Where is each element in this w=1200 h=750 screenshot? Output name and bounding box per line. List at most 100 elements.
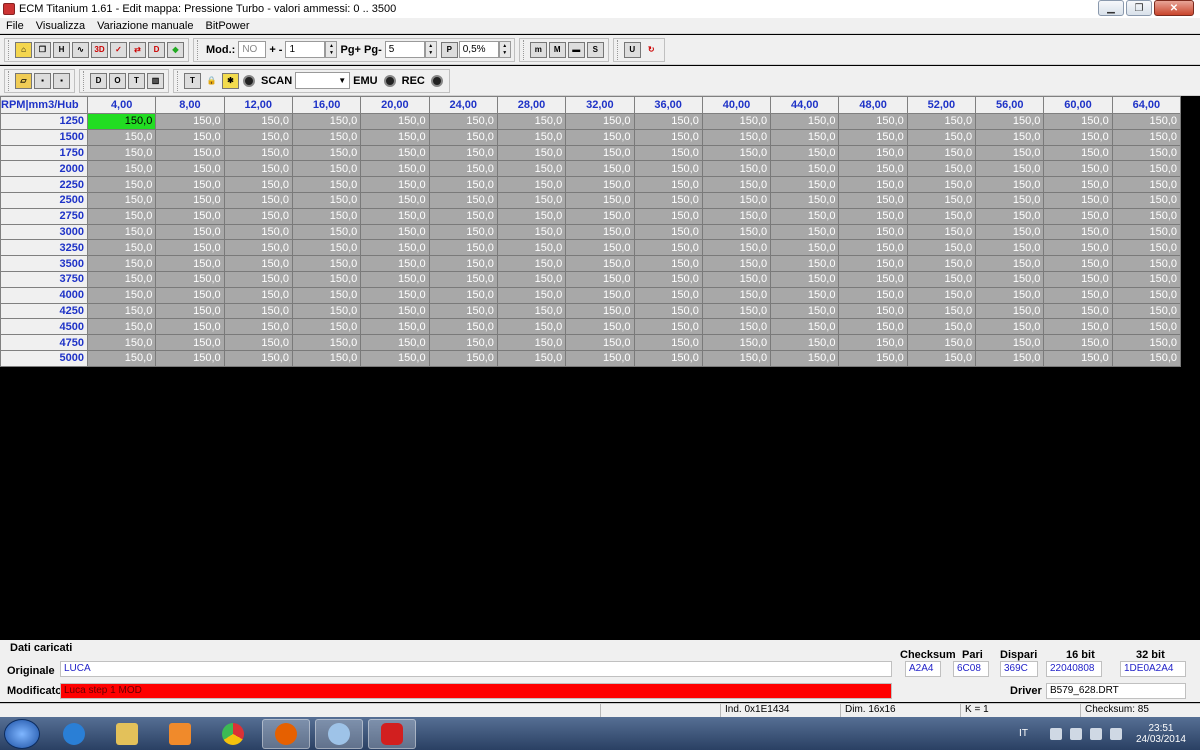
map-cell[interactable]: 150,0 (155, 207, 225, 225)
map-cell[interactable]: 150,0 (496, 318, 567, 336)
undo-icon[interactable]: U (623, 41, 641, 58)
map-cell[interactable]: 150,0 (906, 160, 977, 178)
selected-cell[interactable]: 150,0 (86, 113, 157, 130)
map-cell[interactable]: 150,0 (975, 223, 1045, 241)
map-cell[interactable]: 150,0 (770, 223, 840, 241)
map-cell[interactable]: 150,0 (428, 207, 498, 225)
map-cell[interactable]: 150,0 (633, 176, 703, 193)
map-cell[interactable]: 150,0 (838, 176, 908, 193)
copy-icon[interactable]: ❐ (34, 41, 51, 58)
map-cell[interactable]: 150,0 (906, 255, 977, 272)
minimize-button[interactable]: ▁ (1098, 0, 1124, 16)
map-cell[interactable]: 150,0 (1043, 318, 1113, 336)
map-cell[interactable]: 150,0 (1111, 191, 1182, 209)
row-header[interactable]: 1250 (0, 113, 88, 130)
map-cell[interactable]: 150,0 (1043, 176, 1113, 193)
map-cell[interactable]: 150,0 (360, 334, 430, 351)
home-icon[interactable]: ⌂ (15, 41, 32, 58)
map-cell[interactable]: 150,0 (633, 239, 703, 257)
column-header[interactable]: 12,00 (223, 96, 293, 114)
map-cell[interactable]: 150,0 (701, 207, 772, 225)
map-cell[interactable]: 150,0 (701, 318, 772, 336)
map-cell[interactable]: 150,0 (291, 113, 362, 130)
map-cell[interactable]: 150,0 (360, 144, 430, 162)
map-cell[interactable]: 150,0 (770, 286, 840, 304)
map-cell[interactable]: 150,0 (155, 334, 225, 351)
map-cell[interactable]: 150,0 (565, 176, 635, 193)
network-icon[interactable] (1069, 727, 1082, 740)
map-cell[interactable]: 150,0 (223, 318, 293, 336)
map-cell[interactable]: 150,0 (86, 176, 157, 193)
map-cell[interactable]: 150,0 (906, 286, 977, 304)
map-cell[interactable]: 150,0 (155, 191, 225, 209)
map-cell[interactable]: 150,0 (86, 160, 157, 178)
map-cell[interactable]: 150,0 (770, 176, 840, 193)
map-cell[interactable]: 150,0 (565, 207, 635, 225)
column-header[interactable]: 48,00 (838, 96, 908, 114)
map-cell[interactable]: 150,0 (1043, 144, 1113, 162)
map-cell[interactable]: 150,0 (633, 207, 703, 225)
multiply-icon[interactable]: m (529, 41, 547, 58)
map-cell[interactable]: 150,0 (701, 144, 772, 162)
map-cell[interactable]: 150,0 (770, 160, 840, 178)
map-cell[interactable]: 150,0 (86, 207, 157, 225)
map-cell[interactable]: 150,0 (291, 318, 362, 336)
map-cell[interactable]: 150,0 (360, 160, 430, 178)
dec-icon[interactable]: D (148, 41, 165, 58)
map-cell[interactable]: 150,0 (428, 191, 498, 209)
map-cell[interactable]: 150,0 (223, 334, 293, 351)
map-cell[interactable]: 150,0 (155, 160, 225, 178)
map-cell[interactable]: 150,0 (633, 302, 703, 320)
map-cell[interactable]: 150,0 (565, 128, 635, 146)
map-cell[interactable]: 150,0 (906, 270, 977, 288)
map-cell[interactable]: 150,0 (701, 160, 772, 178)
map-cell[interactable]: 150,0 (633, 160, 703, 178)
map-cell[interactable]: 150,0 (1111, 128, 1182, 146)
map-cell[interactable]: 150,0 (428, 286, 498, 304)
map-cell[interactable]: 150,0 (428, 128, 498, 146)
compare-icon[interactable]: ⇄ (129, 41, 146, 58)
map-cell[interactable]: 150,0 (1043, 270, 1113, 288)
scan-record-icon[interactable] (243, 74, 255, 87)
row-header[interactable]: 2750 (0, 207, 88, 225)
map-cell[interactable]: 150,0 (291, 128, 362, 146)
map-cell[interactable]: 150,0 (291, 255, 362, 272)
map-cell[interactable]: 150,0 (86, 128, 157, 146)
map-cell[interactable]: 150,0 (223, 223, 293, 241)
map-cell[interactable]: 150,0 (565, 144, 635, 162)
map-cell[interactable]: 150,0 (565, 160, 635, 178)
map-cell[interactable]: 150,0 (906, 334, 977, 351)
map-cell[interactable]: 150,0 (906, 239, 977, 257)
map-cell[interactable]: 150,0 (1111, 270, 1182, 288)
row-header[interactable]: 4750 (0, 334, 88, 351)
map-cell[interactable]: 150,0 (770, 349, 840, 367)
map-cell[interactable]: 150,0 (906, 207, 977, 225)
map-cell[interactable]: 150,0 (633, 255, 703, 272)
map-cell[interactable]: 150,0 (975, 286, 1045, 304)
save-icon[interactable]: ▪ (34, 72, 51, 89)
map-cell[interactable]: 150,0 (1043, 239, 1113, 257)
map-cell[interactable]: 150,0 (565, 302, 635, 320)
map-cell[interactable]: 150,0 (1111, 207, 1182, 225)
map-cell[interactable]: 150,0 (1111, 223, 1182, 241)
table-t-icon[interactable]: T (128, 72, 145, 89)
map-cell[interactable]: 150,0 (223, 128, 293, 146)
column-header[interactable]: 36,00 (633, 96, 703, 114)
map-cell[interactable]: 150,0 (223, 286, 293, 304)
map-cell[interactable]: 150,0 (1043, 286, 1113, 304)
map-cell[interactable]: 150,0 (155, 176, 225, 193)
map-cell[interactable]: 150,0 (428, 113, 498, 130)
map-cell[interactable]: 150,0 (86, 286, 157, 304)
map-cell[interactable]: 150,0 (360, 207, 430, 225)
map-cell[interactable]: 150,0 (975, 176, 1045, 193)
map-cell[interactable]: 150,0 (838, 270, 908, 288)
column-header[interactable]: 16,00 (291, 96, 362, 114)
map-cell[interactable]: 150,0 (223, 176, 293, 193)
map-cell[interactable]: 150,0 (155, 255, 225, 272)
row-header[interactable]: 3000 (0, 223, 88, 241)
fill-icon[interactable]: ▬ (567, 41, 585, 58)
row-header[interactable]: 4500 (0, 318, 88, 336)
map-cell[interactable]: 150,0 (906, 128, 977, 146)
map-cell[interactable]: 150,0 (86, 144, 157, 162)
close-button[interactable]: ✕ (1154, 0, 1194, 16)
